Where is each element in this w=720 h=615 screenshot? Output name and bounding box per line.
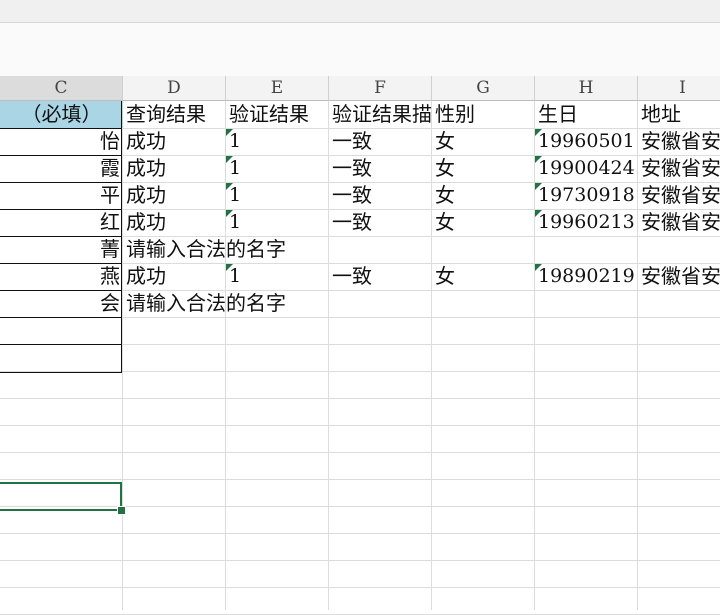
number-stored-as-text-indicator-icon (226, 156, 233, 163)
cell-border-line (0, 209, 121, 210)
header-cell-g[interactable]: 性别 (432, 101, 535, 128)
ribbon-bar (0, 0, 720, 23)
number-stored-as-text-indicator-icon (226, 183, 233, 190)
cell-d[interactable]: 成功 (123, 263, 226, 290)
formula-bar-area (0, 23, 720, 77)
column-c-border (0, 101, 122, 373)
cell-h[interactable]: 19960501 (535, 128, 638, 155)
gridline-horizontal (0, 398, 720, 399)
number-stored-as-text-indicator-icon (226, 210, 233, 217)
cell-h[interactable]: 19900424 (535, 155, 638, 182)
cell-border-line (0, 263, 121, 264)
column-header-i[interactable]: I (638, 76, 720, 101)
cell-d[interactable]: 成功 (123, 209, 226, 236)
cell-f[interactable]: 一致 (329, 209, 432, 236)
cell-i[interactable]: 安徽省安 (638, 263, 720, 290)
cell-border-line (0, 290, 121, 291)
number-stored-as-text-indicator-icon (226, 264, 233, 271)
cell-g[interactable]: 女 (432, 128, 535, 155)
cell-h[interactable]: 19960213 (535, 209, 638, 236)
number-stored-as-text-indicator-icon (535, 210, 542, 217)
header-cell-f[interactable]: 验证结果描 (329, 101, 432, 128)
cell-f[interactable]: 一致 (329, 182, 432, 209)
cell-g[interactable]: 女 (432, 155, 535, 182)
cell-h[interactable]: 19890219 (535, 263, 638, 290)
cell-border-line (0, 182, 121, 183)
number-stored-as-text-indicator-icon (226, 129, 233, 136)
gridline-horizontal (0, 452, 720, 453)
cell-d[interactable]: 成功 (123, 182, 226, 209)
cell-f[interactable]: 一致 (329, 263, 432, 290)
column-header-e[interactable]: E (226, 76, 329, 101)
gridline-horizontal (0, 587, 720, 588)
cell-border-line (0, 317, 121, 318)
cell-e[interactable]: 1 (226, 209, 329, 236)
cell-border-line (0, 128, 121, 129)
column-header-h[interactable]: H (535, 76, 638, 101)
cell-border-line (0, 344, 121, 345)
number-stored-as-text-indicator-icon (535, 183, 542, 190)
column-header-d[interactable]: D (123, 76, 226, 101)
cell-d[interactable]: 成功 (123, 128, 226, 155)
cell-e[interactable]: 1 (226, 263, 329, 290)
header-cell-h[interactable]: 生日 (535, 101, 638, 128)
spreadsheet-grid[interactable]: C D E F G H I （必填） 查询结果 验证结果 验证结果描 性别 生日 地址怡成功 1 一致女 199… (0, 76, 720, 615)
gridline-horizontal (0, 479, 720, 480)
number-stored-as-text-indicator-icon (535, 129, 542, 136)
column-header-g[interactable]: G (432, 76, 535, 101)
gridline-horizontal (0, 533, 720, 534)
number-stored-as-text-indicator-icon (535, 156, 542, 163)
cell-e[interactable]: 1 (226, 155, 329, 182)
header-cell-d[interactable]: 查询结果 (123, 101, 226, 128)
cell-i[interactable]: 安徽省安 (638, 182, 720, 209)
fill-handle[interactable] (117, 506, 126, 515)
active-cell-selection[interactable] (0, 482, 122, 511)
cell-d[interactable]: 请输入合法的名字 (123, 290, 286, 317)
cell-i[interactable]: 安徽省安 (638, 128, 720, 155)
header-cell-e[interactable]: 验证结果 (226, 101, 329, 128)
cell-e[interactable]: 1 (226, 128, 329, 155)
cell-g[interactable]: 女 (432, 209, 535, 236)
cell-d[interactable]: 请输入合法的名字 (123, 236, 286, 263)
cell-i[interactable]: 安徽省安 (638, 209, 720, 236)
cell-g[interactable]: 女 (432, 263, 535, 290)
gridline-horizontal (0, 425, 720, 426)
cell-border-line (0, 155, 121, 156)
cell-f[interactable]: 一致 (329, 128, 432, 155)
column-header-f[interactable]: F (329, 76, 432, 101)
gridline-horizontal (0, 560, 720, 561)
cell-i[interactable]: 安徽省安 (638, 155, 720, 182)
column-header-c[interactable]: C (0, 76, 123, 101)
header-cell-i[interactable]: 地址 (638, 101, 720, 128)
cell-e[interactable]: 1 (226, 182, 329, 209)
cell-h[interactable]: 19730918 (535, 182, 638, 209)
number-stored-as-text-indicator-icon (535, 264, 542, 271)
cell-f[interactable]: 一致 (329, 155, 432, 182)
cell-g[interactable]: 女 (432, 182, 535, 209)
cell-d[interactable]: 成功 (123, 155, 226, 182)
cell-border-line (0, 236, 121, 237)
